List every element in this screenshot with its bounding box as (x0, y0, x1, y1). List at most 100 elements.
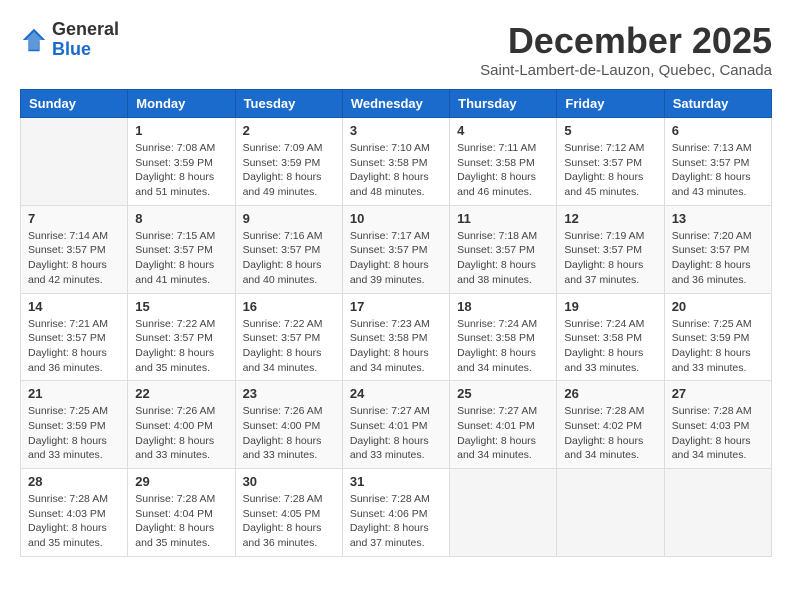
day-info: Sunrise: 7:24 AM Sunset: 3:58 PM Dayligh… (564, 317, 656, 376)
day-number: 1 (135, 123, 227, 138)
calendar-cell: 26 Sunrise: 7:28 AM Sunset: 4:02 PM Dayli… (557, 381, 664, 469)
day-info: Sunrise: 7:26 AM Sunset: 4:00 PM Dayligh… (243, 404, 335, 463)
calendar-cell: 7 Sunrise: 7:14 AM Sunset: 3:57 PM Daylig… (21, 205, 128, 293)
day-number: 2 (243, 123, 335, 138)
calendar-cell (557, 469, 664, 557)
calendar-cell: 18 Sunrise: 7:24 AM Sunset: 3:58 PM Dayli… (450, 293, 557, 381)
day-number: 9 (243, 211, 335, 226)
day-info: Sunrise: 7:21 AM Sunset: 3:57 PM Dayligh… (28, 317, 120, 376)
calendar-cell (450, 469, 557, 557)
calendar-week-3: 14Sunrise: 7:21 AM Sunset: 3:57 PM Dayli… (21, 293, 772, 381)
day-info: Sunrise: 7:23 AM Sunset: 3:58 PM Dayligh… (350, 317, 442, 376)
day-info: Sunrise: 7:28 AM Sunset: 4:03 PM Dayligh… (672, 404, 764, 463)
day-info: Sunrise: 7:28 AM Sunset: 4:06 PM Dayligh… (350, 492, 442, 551)
calendar-week-5: 28Sunrise: 7:28 AM Sunset: 4:03 PM Dayli… (21, 469, 772, 557)
day-info: Sunrise: 7:20 AM Sunset: 3:57 PM Dayligh… (672, 229, 764, 288)
calendar-cell: 14Sunrise: 7:21 AM Sunset: 3:57 PM Dayli… (21, 293, 128, 381)
calendar-cell: 25 Sunrise: 7:27 AM Sunset: 4:01 PM Dayli… (450, 381, 557, 469)
day-info: Sunrise: 7:16 AM Sunset: 3:57 PM Dayligh… (243, 229, 335, 288)
day-number: 22 (135, 386, 227, 401)
day-number: 7 (28, 211, 120, 226)
calendar-cell: 4 Sunrise: 7:11 AM Sunset: 3:58 PM Daylig… (450, 118, 557, 206)
calendar-cell (664, 469, 771, 557)
calendar-cell: 23 Sunrise: 7:26 AM Sunset: 4:00 PM Dayli… (235, 381, 342, 469)
calendar-cell: 30 Sunrise: 7:28 AM Sunset: 4:05 PM Dayli… (235, 469, 342, 557)
day-number: 26 (564, 386, 656, 401)
day-info: Sunrise: 7:18 AM Sunset: 3:57 PM Dayligh… (457, 229, 549, 288)
title-section: December 2025 Saint-Lambert-de-Lauzon, Q… (480, 20, 772, 79)
calendar-cell: 5 Sunrise: 7:12 AM Sunset: 3:57 PM Daylig… (557, 118, 664, 206)
day-number: 10 (350, 211, 442, 226)
day-number: 29 (135, 474, 227, 489)
day-info: Sunrise: 7:08 AM Sunset: 3:59 PM Dayligh… (135, 141, 227, 200)
day-info: Sunrise: 7:11 AM Sunset: 3:58 PM Dayligh… (457, 141, 549, 200)
day-number: 18 (457, 299, 549, 314)
calendar-cell: 8Sunrise: 7:15 AM Sunset: 3:57 PM Daylig… (128, 205, 235, 293)
calendar-cell: 17 Sunrise: 7:23 AM Sunset: 3:58 PM Dayli… (342, 293, 449, 381)
day-info: Sunrise: 7:28 AM Sunset: 4:04 PM Dayligh… (135, 492, 227, 551)
calendar-week-4: 21 Sunrise: 7:25 AM Sunset: 3:59 PM Dayli… (21, 381, 772, 469)
day-number: 5 (564, 123, 656, 138)
day-info: Sunrise: 7:27 AM Sunset: 4:01 PM Dayligh… (457, 404, 549, 463)
calendar-cell: 9 Sunrise: 7:16 AM Sunset: 3:57 PM Daylig… (235, 205, 342, 293)
day-number: 11 (457, 211, 549, 226)
weekday-header-tuesday: Tuesday (235, 90, 342, 118)
calendar-cell: 13 Sunrise: 7:20 AM Sunset: 3:57 PM Dayli… (664, 205, 771, 293)
day-info: Sunrise: 7:13 AM Sunset: 3:57 PM Dayligh… (672, 141, 764, 200)
day-number: 30 (243, 474, 335, 489)
day-info: Sunrise: 7:09 AM Sunset: 3:59 PM Dayligh… (243, 141, 335, 200)
day-number: 15 (135, 299, 227, 314)
weekday-header-friday: Friday (557, 90, 664, 118)
calendar-cell: 10 Sunrise: 7:17 AM Sunset: 3:57 PM Dayli… (342, 205, 449, 293)
day-number: 4 (457, 123, 549, 138)
calendar-cell: 16 Sunrise: 7:22 AM Sunset: 3:57 PM Dayli… (235, 293, 342, 381)
day-number: 6 (672, 123, 764, 138)
calendar-cell: 11 Sunrise: 7:18 AM Sunset: 3:57 PM Dayli… (450, 205, 557, 293)
calendar-cell: 20Sunrise: 7:25 AM Sunset: 3:59 PM Dayli… (664, 293, 771, 381)
day-info: Sunrise: 7:19 AM Sunset: 3:57 PM Dayligh… (564, 229, 656, 288)
day-info: Sunrise: 7:28 AM Sunset: 4:02 PM Dayligh… (564, 404, 656, 463)
day-number: 27 (672, 386, 764, 401)
calendar-cell: 28Sunrise: 7:28 AM Sunset: 4:03 PM Dayli… (21, 469, 128, 557)
day-number: 19 (564, 299, 656, 314)
day-number: 21 (28, 386, 120, 401)
month-title: December 2025 (480, 20, 772, 62)
calendar-cell: 21 Sunrise: 7:25 AM Sunset: 3:59 PM Dayli… (21, 381, 128, 469)
day-info: Sunrise: 7:25 AM Sunset: 3:59 PM Dayligh… (28, 404, 120, 463)
day-number: 17 (350, 299, 442, 314)
day-number: 28 (28, 474, 120, 489)
calendar-cell: 2 Sunrise: 7:09 AM Sunset: 3:59 PM Daylig… (235, 118, 342, 206)
day-info: Sunrise: 7:12 AM Sunset: 3:57 PM Dayligh… (564, 141, 656, 200)
day-info: Sunrise: 7:22 AM Sunset: 3:57 PM Dayligh… (135, 317, 227, 376)
day-number: 3 (350, 123, 442, 138)
weekday-header-saturday: Saturday (664, 90, 771, 118)
calendar-week-2: 7 Sunrise: 7:14 AM Sunset: 3:57 PM Daylig… (21, 205, 772, 293)
day-info: Sunrise: 7:28 AM Sunset: 4:05 PM Dayligh… (243, 492, 335, 551)
weekday-header-monday: Monday (128, 90, 235, 118)
day-number: 23 (243, 386, 335, 401)
calendar-cell: 29 Sunrise: 7:28 AM Sunset: 4:04 PM Dayli… (128, 469, 235, 557)
location-title: Saint-Lambert-de-Lauzon, Quebec, Canada (480, 62, 772, 79)
day-number: 13 (672, 211, 764, 226)
calendar-cell: 15 Sunrise: 7:22 AM Sunset: 3:57 PM Dayli… (128, 293, 235, 381)
calendar-cell: 6 Sunrise: 7:13 AM Sunset: 3:57 PM Daylig… (664, 118, 771, 206)
day-info: Sunrise: 7:17 AM Sunset: 3:57 PM Dayligh… (350, 229, 442, 288)
calendar-cell: 19 Sunrise: 7:24 AM Sunset: 3:58 PM Dayli… (557, 293, 664, 381)
day-info: Sunrise: 7:22 AM Sunset: 3:57 PM Dayligh… (243, 317, 335, 376)
day-number: 16 (243, 299, 335, 314)
logo-text-general: General (52, 19, 119, 39)
day-info: Sunrise: 7:24 AM Sunset: 3:58 PM Dayligh… (457, 317, 549, 376)
day-number: 25 (457, 386, 549, 401)
day-number: 20 (672, 299, 764, 314)
calendar-table: SundayMondayTuesdayWednesdayThursdayFrid… (20, 89, 772, 557)
logo-icon (20, 26, 48, 54)
calendar-cell: 12Sunrise: 7:19 AM Sunset: 3:57 PM Dayli… (557, 205, 664, 293)
page-header: General Blue December 2025 Saint-Lambert… (20, 20, 772, 79)
day-info: Sunrise: 7:14 AM Sunset: 3:57 PM Dayligh… (28, 229, 120, 288)
weekday-header-row: SundayMondayTuesdayWednesdayThursdayFrid… (21, 90, 772, 118)
day-info: Sunrise: 7:27 AM Sunset: 4:01 PM Dayligh… (350, 404, 442, 463)
calendar-cell (21, 118, 128, 206)
calendar-cell: 27 Sunrise: 7:28 AM Sunset: 4:03 PM Dayli… (664, 381, 771, 469)
day-number: 24 (350, 386, 442, 401)
weekday-header-wednesday: Wednesday (342, 90, 449, 118)
